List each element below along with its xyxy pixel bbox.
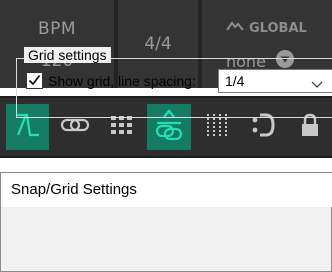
- link-icon: [60, 115, 90, 139]
- snap-grid-settings-dialog: Snap/Grid Settings: [0, 172, 332, 272]
- dialog-title: Snap/Grid Settings: [1, 173, 332, 207]
- chevron-down-icon: [311, 74, 323, 96]
- show-grid-label[interactable]: Show grid, line spacing:: [48, 73, 196, 89]
- groove-icon: [226, 20, 249, 36]
- time-signature-value[interactable]: 4/4: [144, 34, 171, 54]
- show-grid-row: Show grid, line spacing:: [26, 72, 196, 89]
- checkmark-icon: [28, 73, 41, 89]
- bpm-label: BPM: [37, 19, 77, 39]
- global-label: GLOBAL: [249, 20, 307, 36]
- line-spacing-value: 1/4: [225, 73, 245, 89]
- grid-settings-group-label: Grid settings: [24, 47, 111, 63]
- line-spacing-select[interactable]: 1/4: [218, 69, 332, 93]
- global-header: GLOBAL: [226, 20, 307, 36]
- show-grid-checkbox[interactable]: [26, 72, 43, 89]
